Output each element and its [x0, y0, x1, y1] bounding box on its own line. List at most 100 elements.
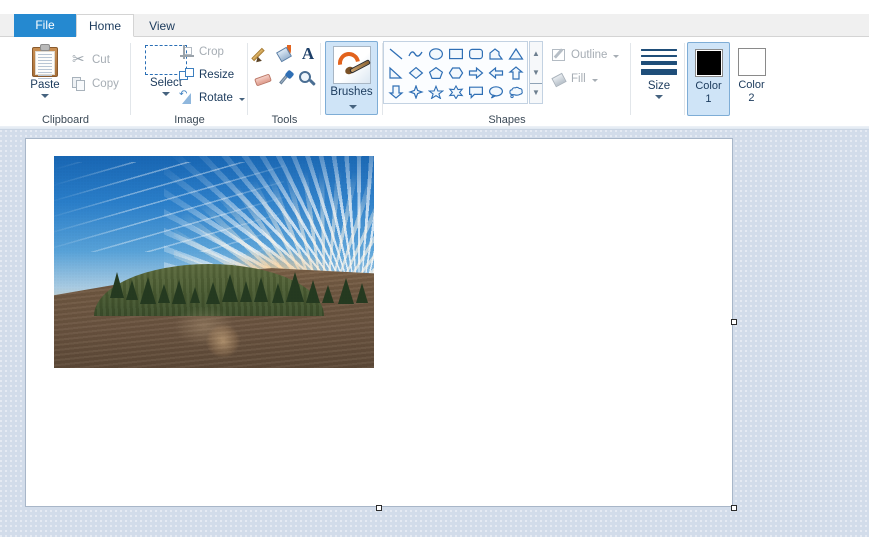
- shape-cloud-callout[interactable]: [506, 82, 526, 101]
- size-label: Size: [647, 80, 671, 92]
- tab-home-label: Home: [89, 18, 122, 33]
- shape-oval-callout[interactable]: [486, 82, 506, 101]
- shapes-gallery[interactable]: [383, 41, 528, 104]
- color-1-swatch: [694, 49, 723, 77]
- paintbrush-icon: [333, 46, 371, 84]
- outline-label: Outline: [571, 49, 608, 61]
- shape-triangle[interactable]: [506, 44, 526, 63]
- select-label: Select: [150, 77, 182, 89]
- shape-down-arrow[interactable]: [386, 82, 406, 101]
- eraser-tool[interactable]: [253, 69, 275, 91]
- window-bottom-edge: [0, 537, 869, 555]
- rotate-dropdown-caret[interactable]: [238, 98, 245, 101]
- outline-dropdown-caret[interactable]: [613, 55, 620, 58]
- shape-polygon[interactable]: [486, 44, 506, 63]
- paste-dropdown-caret[interactable]: [41, 94, 49, 98]
- color-2-button[interactable]: Color 2: [730, 42, 773, 116]
- shape-four-point-star[interactable]: [406, 82, 426, 101]
- tab-view-label: View: [149, 18, 175, 33]
- copy-icon: [72, 76, 88, 92]
- resize-icon: [179, 67, 195, 83]
- shapes-scroll-up-icon[interactable]: ▲: [530, 44, 542, 62]
- color-1-button[interactable]: Color 1: [687, 42, 730, 116]
- size-button[interactable]: Size: [640, 45, 678, 99]
- fill-dropdown-caret[interactable]: [591, 79, 598, 82]
- ribbon-tab-strip: File Home View: [0, 0, 869, 37]
- photo-lens-flare: [206, 324, 240, 358]
- brushes-label: Brushes: [330, 86, 373, 98]
- shape-pentagon[interactable]: [426, 63, 446, 82]
- group-label-clipboard: Clipboard: [41, 114, 90, 126]
- select-dropdown-caret[interactable]: [162, 92, 170, 96]
- tab-file[interactable]: File: [14, 14, 76, 37]
- brush-size-icon: [641, 49, 677, 75]
- shape-line[interactable]: [386, 44, 406, 63]
- canvas-container: [25, 138, 737, 511]
- brushes-button[interactable]: Brushes: [325, 41, 378, 115]
- shape-up-arrow[interactable]: [506, 63, 526, 82]
- shapes-scroll-down-icon[interactable]: ▼: [530, 64, 542, 82]
- ribbon-group-size: Size: [631, 37, 685, 129]
- scissors-icon: [72, 52, 88, 68]
- color-2-swatch: [737, 48, 766, 76]
- canvas-handle-bottom-right[interactable]: [731, 505, 737, 511]
- shape-right-arrow[interactable]: [466, 63, 486, 82]
- text-tool[interactable]: A: [297, 44, 319, 66]
- rotate-label: Rotate: [199, 92, 233, 104]
- shape-six-point-star[interactable]: [446, 82, 466, 101]
- shape-hexagon[interactable]: [446, 63, 466, 82]
- group-label-image: Image: [174, 114, 205, 126]
- color-2-label-line1: Color: [738, 79, 765, 91]
- shapes-gallery-scrollbar[interactable]: ▲ ▼ ▼: [529, 41, 543, 104]
- copy-button[interactable]: Copy: [72, 76, 119, 92]
- outline-button[interactable]: Outline: [551, 47, 620, 63]
- shape-right-triangle[interactable]: [386, 63, 406, 82]
- canvas-handle-bottom-center[interactable]: [376, 505, 382, 511]
- pencil-icon: [251, 44, 275, 66]
- rotate-button[interactable]: ↶ Rotate: [179, 90, 245, 106]
- canvas-handle-right-middle[interactable]: [731, 319, 737, 325]
- color-2-label-line2: 2: [748, 92, 755, 104]
- pasted-photo[interactable]: [54, 156, 374, 368]
- group-label-shapes: Shapes: [488, 114, 526, 126]
- ribbon-group-image: Select Crop Resize ↶ Rotate Image: [131, 37, 248, 129]
- resize-button[interactable]: Resize: [179, 67, 234, 83]
- paint-bucket-icon: [275, 44, 297, 66]
- shape-curve[interactable]: [406, 44, 426, 63]
- shape-rounded-rectangle[interactable]: [466, 44, 486, 63]
- paste-button[interactable]: Paste: [22, 43, 68, 98]
- shape-rectangular-callout[interactable]: [466, 82, 486, 101]
- canvas-work-area[interactable]: [0, 130, 869, 537]
- ribbon-group-colors: Color 1 Color 2: [685, 37, 869, 129]
- pencil-tool[interactable]: [251, 44, 275, 66]
- tab-home[interactable]: Home: [76, 14, 134, 37]
- shape-rectangle[interactable]: [446, 44, 466, 63]
- size-dropdown-caret[interactable]: [655, 95, 663, 99]
- copy-label: Copy: [92, 78, 119, 90]
- color-picker-tool[interactable]: [275, 69, 297, 91]
- shape-oval[interactable]: [426, 44, 446, 63]
- paint-canvas[interactable]: [25, 138, 733, 507]
- shape-five-point-star[interactable]: [426, 82, 446, 101]
- clipboard-icon: [30, 43, 60, 79]
- shape-diamond[interactable]: [406, 63, 426, 82]
- ribbon-group-clipboard: Paste Cut Copy Clipboard: [0, 37, 131, 129]
- fill-button[interactable]: Fill: [551, 71, 598, 88]
- cut-button[interactable]: Cut: [72, 52, 110, 68]
- tab-view[interactable]: View: [134, 14, 190, 37]
- shape-left-arrow[interactable]: [486, 63, 506, 82]
- tab-file-label: File: [35, 18, 55, 32]
- fill-tool[interactable]: [275, 44, 297, 66]
- ribbon: Paste Cut Copy Clipboard Select Crop Res…: [0, 37, 869, 130]
- brushes-dropdown-caret[interactable]: [349, 105, 357, 109]
- cut-label: Cut: [92, 54, 110, 66]
- ribbon-group-brushes: Brushes: [321, 37, 383, 129]
- eraser-icon: [253, 69, 275, 91]
- crop-button[interactable]: Crop: [179, 44, 224, 60]
- paste-label: Paste: [30, 79, 60, 91]
- outline-icon: [551, 47, 567, 63]
- color-1-label-line2: 1: [705, 93, 712, 105]
- text-a-icon: A: [301, 44, 315, 63]
- shapes-expand-icon[interactable]: ▼: [530, 83, 542, 101]
- magnifier-tool[interactable]: [297, 69, 319, 91]
